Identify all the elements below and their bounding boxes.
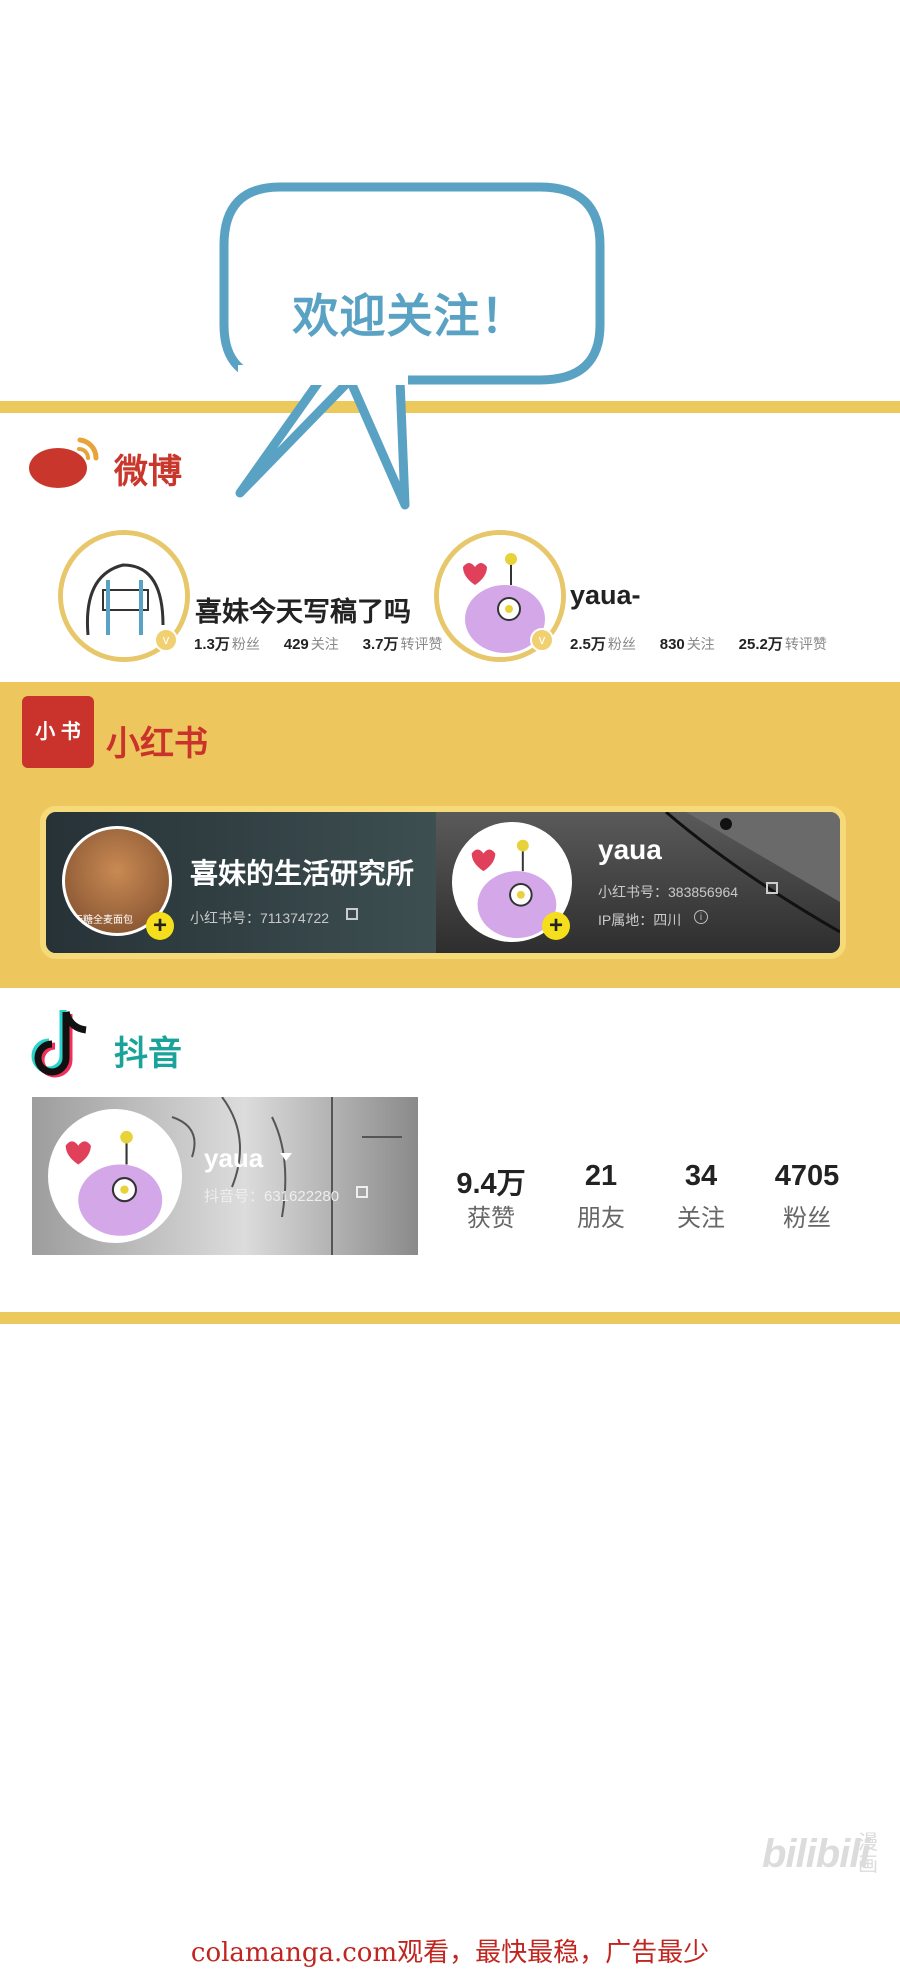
weibo-account-name: 喜妹今天写稿了吗 [195,597,411,627]
xiaohongshu-ip-location: IP属地：四川 [598,912,682,928]
xiaohongshu-logo-icon: 小 书 [22,696,94,768]
xiaohongshu-account-card[interactable]: + yaua 小红书号：383856964 IP属地：四川 i [436,812,840,953]
douyin-stat-value: 21 [584,1160,618,1192]
avatar[interactable] [48,1109,182,1243]
weibo-account-name: yaua- [570,580,641,610]
footer-text: colamanga.com观看，最快最稳，广告最少 [190,1938,710,1968]
qr-code-icon[interactable] [766,882,778,894]
weibo-account-stats: 2.5万 粉丝 830 关注 25.2万 转评赞 [570,636,827,653]
douyin-account-name: yaua [204,1143,264,1173]
douyin-stat-value: 34 [684,1160,718,1192]
xiaohongshu-card: 无糖全麦面包 + 喜妹的生活研究所 小红书号：711374722 + yaua … [40,806,846,959]
bilibili-watermark: bilibili [762,1832,871,1876]
weibo-title: 微博 [114,453,182,491]
douyin-account-id: 抖音号：631622280 [204,1188,340,1205]
chevron-down-icon[interactable] [280,1153,292,1161]
douyin-stat-label: 粉丝 [783,1205,831,1232]
weibo-account-stats: 1.3万 粉丝 429 关注 3.7万 转评赞 [194,636,443,653]
avatar-caption: 无糖全麦面包 [73,915,133,926]
verified-badge-icon: v [530,628,554,652]
douyin-logo-icon [26,1006,96,1086]
speech-bubble: 欢迎关注！ [210,175,610,515]
bottom-divider [0,1312,900,1324]
douyin-stat-value: 4705 [774,1160,840,1192]
weibo-logo-icon [28,432,100,490]
douyin-title: 抖音 [114,1035,182,1073]
xiaohongshu-account-id: 小红书号：383856964 [598,884,739,900]
xiaohongshu-account-name: yaua [598,834,662,865]
xiaohongshu-account-id: 小红书号：711374722 [190,910,330,926]
info-icon[interactable]: i [694,910,708,924]
xiaohongshu-logo-text: 小 书 [35,721,81,743]
douyin-stat-label: 关注 [677,1205,725,1232]
douyin-account-card[interactable]: yaua 抖音号：631622280 [32,1097,418,1255]
add-follow-button[interactable]: + [542,912,570,940]
xiaohongshu-account-card[interactable]: 无糖全麦面包 + 喜妹的生活研究所 小红书号：711374722 [46,812,436,953]
douyin-stat-label: 朋友 [577,1205,625,1232]
qr-code-icon[interactable] [356,1186,368,1198]
douyin-stat-label: 获赞 [467,1205,515,1232]
verified-badge-icon: v [154,628,178,652]
bilibili-watermark-sub: 漫画 [858,1832,878,1876]
qr-code-icon[interactable] [346,908,358,920]
xiaohongshu-title: 小红书 [106,725,208,763]
douyin-stat-value: 9.4万 [456,1168,526,1200]
xiaohongshu-account-name: 喜妹的生活研究所 [190,858,415,889]
add-follow-button[interactable]: + [146,912,174,940]
bubble-text: 欢迎关注！ [292,290,528,342]
